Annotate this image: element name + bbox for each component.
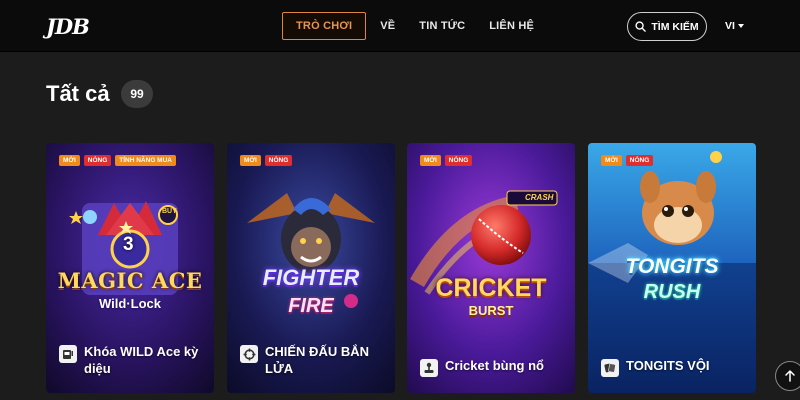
art-number: 3 [123,234,134,255]
card-footer: CHIẾN ĐẤU BẮN LỬA [240,343,387,377]
top-navigation-bar: JDB TRÒ CHƠI VỀ TIN TỨC LIÊN HỆ TÌM KIẾM… [0,0,800,52]
main-nav: TRÒ CHƠI VỀ TIN TỨC LIÊN HỆ [282,12,558,40]
game-name: Cricket bùng nổ [445,358,544,373]
nav-item-news[interactable]: TIN TỨC [419,12,465,40]
language-label: VI [725,20,735,32]
search-button[interactable]: TÌM KIẾM [627,12,707,41]
search-icon [635,21,647,32]
chevron-down-icon [737,24,744,28]
game-card-cricket-burst[interactable]: CRASH CRICKET BURST MỚI NÓNG Cricket bùn… [407,143,575,393]
art-subtitle: RUSH [643,281,701,303]
arrow-up-icon [785,370,795,382]
art-buy-badge: BUY [162,208,177,215]
tag-new: MỚI [59,155,80,166]
art-title: MAGIC ACE [57,268,203,293]
jdb-logo[interactable]: JDB [46,12,92,40]
section-title: Tất cả [46,81,110,106]
card-footer: Khóa WILD Ace kỳ diệu [59,343,206,377]
tag-hot: NÓNG [625,155,654,166]
scroll-to-top-button[interactable] [775,361,800,391]
card-footer: TONGITS VỘI [601,357,748,377]
game-count-badge: 99 [121,80,153,108]
tag-hot: NÓNG [264,155,293,166]
language-selector[interactable]: VI [725,20,744,32]
tag-hot: NÓNG [444,155,473,166]
tag-list: MỚI NÓNG TÍNH NĂNG MUA [59,155,176,166]
art-subtitle: Wild·Lock [99,296,161,311]
game-name: TONGITS VỘI [626,358,710,373]
nav-item-games[interactable]: TRÒ CHƠI [282,12,367,40]
logo-text: JDB [46,13,90,39]
tag-hot: NÓNG [83,155,112,166]
art-title: TONGITS [625,255,719,278]
tag-list: MỚI NÓNG [240,155,293,166]
game-card-fighter-fire[interactable]: FIGHTER FIRE MỚI NÓNG CHIẾN ĐẤU BẮN LỬA [227,143,395,393]
search-label: TÌM KIẾM [651,20,699,33]
tag-new: MỚI [240,155,261,166]
crosshair-icon [240,345,258,363]
cards-icon [601,359,619,377]
art-crash-badge: CRASH [525,193,554,202]
tag-list: MỚI NÓNG [420,155,473,166]
card-footer: Cricket bùng nổ [420,357,567,377]
game-name: Khóa WILD Ace kỳ diệu [84,344,199,376]
art-subtitle: BURST [468,303,514,318]
game-card-magic-ace[interactable]: 3 BUY MAGIC ACE Wild·Lock MỚI NÓNG TÍNH … [46,143,214,393]
slot-machine-icon [59,345,77,363]
nav-item-about[interactable]: VỀ [380,12,395,40]
joystick-icon [420,359,438,377]
tag-list: MỚI NÓNG [601,155,654,166]
nav-item-contact[interactable]: LIÊN HỆ [489,12,534,40]
art-subtitle: FIRE [288,295,334,317]
tag-new: MỚI [420,155,441,166]
art-title: CRICKET [435,274,547,302]
game-artwork [407,143,575,393]
game-card-tongits-rush[interactable]: TONGITS RUSH MỚI NÓNG TONGITS VỘI [588,143,756,393]
tag-buy-feature: TÍNH NĂNG MUA [115,155,176,166]
art-title: FIGHTER [262,265,360,290]
game-name: CHIẾN ĐẤU BẮN LỬA [265,344,369,376]
tag-new: MỚI [601,155,622,166]
